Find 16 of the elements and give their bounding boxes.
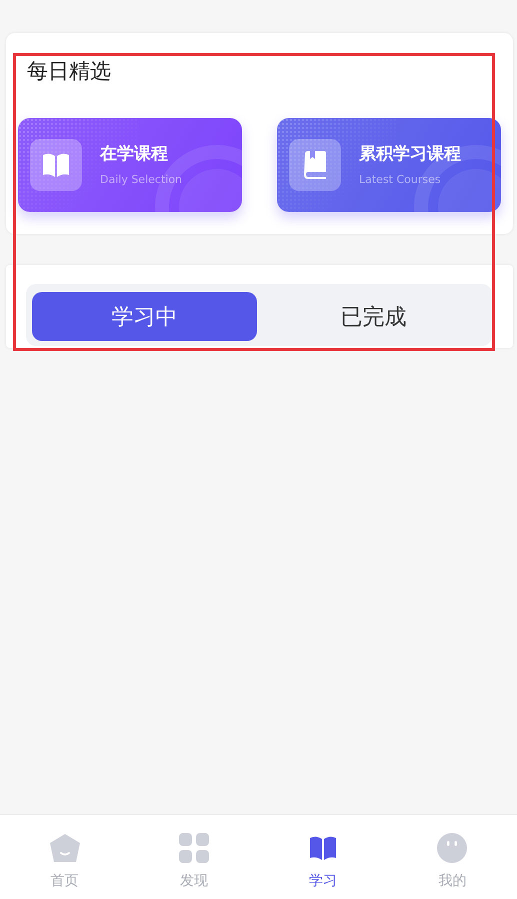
- card-subtitle: Daily Selection: [100, 173, 182, 186]
- course-card[interactable]: 在学课程 Daily Selection: [18, 118, 242, 212]
- grid-icon: [178, 833, 209, 863]
- segment-tab[interactable]: 学习中: [32, 292, 257, 341]
- section-title: 每日精选: [27, 58, 111, 85]
- home-icon: [48, 833, 81, 863]
- profile-icon: [437, 833, 468, 863]
- card-subtitle: Latest Courses: [359, 173, 441, 186]
- open-book-icon: [308, 834, 338, 862]
- segment-tab[interactable]: 已完成: [261, 292, 486, 341]
- course-card[interactable]: 累积学习课程 Latest Courses: [277, 118, 501, 212]
- book-icon: [302, 150, 328, 180]
- open-book-icon: [41, 151, 71, 179]
- card-title: 在学课程: [100, 144, 168, 164]
- tab-label[interactable]: 学习: [309, 872, 338, 890]
- card-title: 累积学习课程: [359, 144, 461, 164]
